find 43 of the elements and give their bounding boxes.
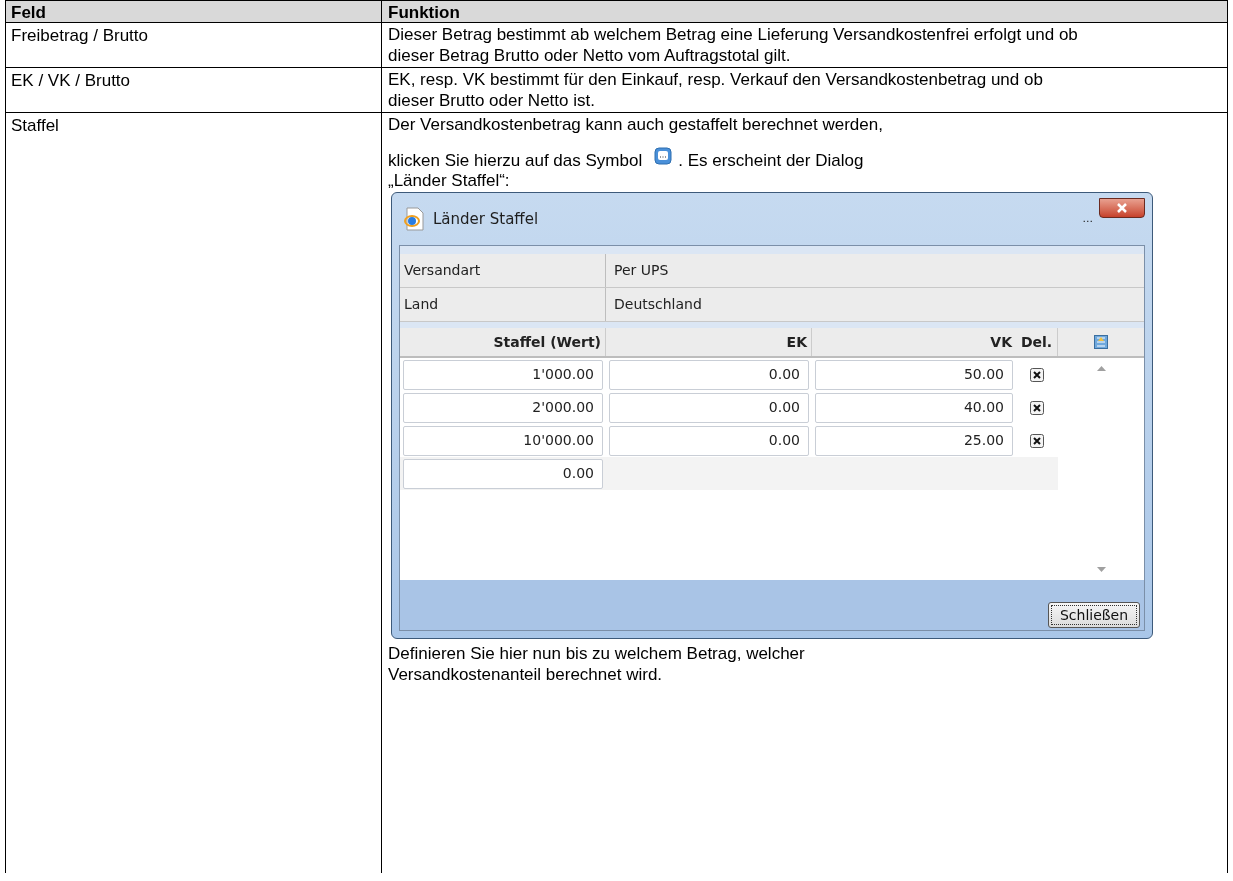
function-description: Der Versandkostenbetrag kann auch gestaffelt berechnet werden, <box>388 114 883 135</box>
function-description: „Länder Staffel“: <box>388 171 510 190</box>
field-name: Staffel <box>11 116 59 135</box>
scroll-down-icon[interactable] <box>1096 567 1106 572</box>
column-header: VK <box>989 332 1013 352</box>
column-header: Feld <box>11 3 46 22</box>
scroll-up-icon[interactable] <box>1096 366 1106 371</box>
function-description: Dieser Betrag bestimmt ab welchem Betrag eine Lieferung Versandkostenfrei erfolgt und ob dieser Betrag Brutto oder Netto vom Auftragstotal gilt. <box>388 24 1079 66</box>
info-value: Deutschland <box>613 295 703 314</box>
staffel-field[interactable]: 10'000.00 <box>403 425 603 456</box>
close-icon <box>1116 202 1128 214</box>
column-header: EK <box>606 328 812 356</box>
staffel-field[interactable]: 2'000.00 <box>403 392 603 423</box>
info-label: Land <box>400 288 606 321</box>
column-header: Staffel (Wert) <box>400 328 606 356</box>
vk-field[interactable]: 25.00 <box>815 425 1013 456</box>
grid-settings-icon[interactable] <box>1094 335 1108 349</box>
function-description: EK, resp. VK bestimmt für den Einkauf, resp. Verkauf den Versandkostenbetrag und ob dieser Brutto oder Netto ist. <box>388 69 1044 111</box>
delete-checkbox[interactable] <box>1030 367 1044 382</box>
function-description: klicken Sie hierzu auf das Symbol <box>388 150 643 171</box>
column-header: Funktion <box>388 3 460 22</box>
ek-field[interactable]: 0.00 <box>609 392 809 423</box>
browser-page-icon <box>403 207 425 231</box>
close-dialog-button[interactable]: Schließen <box>1048 602 1140 628</box>
delete-checkbox[interactable] <box>1030 433 1044 448</box>
staffel-field[interactable]: 1'000.00 <box>403 359 603 390</box>
field-name: EK / VK / Brutto <box>11 71 131 90</box>
delete-checkbox[interactable] <box>1030 400 1044 415</box>
function-description: Definieren Sie hier nun bis zu welchem Betrag, welcher Versandkostenanteil berechnet wird. <box>388 643 806 685</box>
title-ellipsis: ... <box>1082 210 1093 227</box>
ek-field[interactable]: 0.00 <box>609 359 809 390</box>
dialog-title: Länder Staffel <box>433 208 539 230</box>
field-name: Freibetrag / Brutto <box>11 26 148 45</box>
vk-field[interactable]: 40.00 <box>815 392 1013 423</box>
ellipsis-button-icon <box>654 147 673 165</box>
vk-field[interactable]: 50.00 <box>815 359 1013 390</box>
close-button[interactable] <box>1099 198 1145 218</box>
staffel-field[interactable]: 0.00 <box>403 458 603 489</box>
column-header: Del. <box>1016 328 1058 356</box>
info-label: Versandart <box>400 254 606 287</box>
ek-field[interactable]: 0.00 <box>609 425 809 456</box>
info-value: Per UPS <box>613 261 670 280</box>
function-description: . Es erscheint der Dialog <box>678 150 864 171</box>
